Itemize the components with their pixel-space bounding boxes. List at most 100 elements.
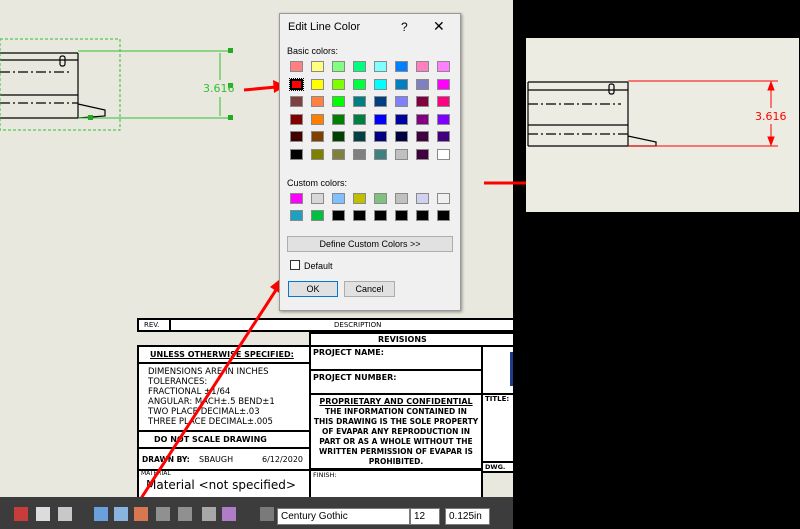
color-swatch[interactable] — [290, 148, 303, 160]
color-swatch[interactable] — [395, 96, 408, 107]
color-swatch[interactable] — [416, 148, 429, 160]
color-swatch[interactable] — [290, 131, 303, 142]
line-color-icon[interactable] — [134, 507, 148, 521]
color-swatch[interactable] — [374, 148, 387, 160]
tolerance-line: THREE PLACE DECIMAL±.005 — [148, 417, 273, 427]
color-swatch[interactable] — [437, 210, 450, 221]
color-swatch[interactable] — [353, 193, 366, 204]
color-swatch[interactable] — [332, 193, 345, 204]
color-swatch[interactable] — [311, 210, 324, 221]
color-swatch[interactable] — [353, 131, 366, 142]
do-not-scale-label: DO NOT SCALE DRAWING — [154, 435, 267, 444]
color-swatch[interactable] — [374, 113, 387, 125]
color-swatch[interactable] — [437, 78, 450, 90]
color-swatch[interactable] — [395, 193, 408, 204]
color-swatch[interactable] — [353, 210, 366, 221]
color-swatch[interactable] — [374, 131, 387, 142]
layer-icon[interactable] — [94, 507, 108, 521]
color-swatch[interactable] — [395, 61, 408, 72]
font-size-select[interactable]: 12 — [410, 508, 440, 525]
help-icon[interactable]: ? — [401, 20, 408, 34]
color-swatch[interactable] — [290, 61, 303, 72]
line-thickness-icon[interactable] — [156, 507, 170, 521]
tolerance-line: DIMENSIONS ARE IN INCHES — [148, 367, 269, 377]
sheet-format-icon[interactable] — [36, 507, 50, 521]
ok-button[interactable]: OK — [288, 281, 338, 297]
proprietary-line: THIS DRAWING IS THE SOLE PROPERTY — [313, 417, 479, 426]
tolerance-line: ANGULAR: MACH±.5 BEND±1 — [148, 397, 275, 407]
font-icon[interactable] — [260, 507, 274, 521]
color-swatch[interactable] — [437, 113, 450, 125]
proprietary-line: OF EVAPAR ANY REPRODUCTION IN — [321, 427, 471, 436]
color-swatch[interactable] — [290, 193, 303, 204]
layer-properties-icon[interactable] — [114, 507, 128, 521]
color-swatch[interactable] — [332, 113, 345, 125]
left-dimension-value[interactable]: 3.616 — [203, 82, 235, 95]
color-swatch[interactable] — [289, 77, 304, 91]
color-swatch[interactable] — [416, 131, 429, 142]
color-swatch[interactable] — [332, 96, 345, 107]
line-height-input[interactable]: 0.125in — [445, 508, 490, 525]
color-swatch[interactable] — [353, 61, 366, 72]
color-swatch[interactable] — [416, 210, 429, 221]
project-name-label: PROJECT NAME: — [313, 348, 384, 357]
color-swatch[interactable] — [332, 78, 345, 90]
color-swatch[interactable] — [374, 210, 387, 221]
color-swatch[interactable] — [437, 148, 450, 160]
color-swatch[interactable] — [332, 148, 345, 160]
color-swatch[interactable] — [290, 96, 303, 107]
color-swatch[interactable] — [416, 96, 429, 107]
color-swatch[interactable] — [374, 193, 387, 204]
color-swatch[interactable] — [416, 61, 429, 72]
color-swatch[interactable] — [395, 131, 408, 142]
close-icon[interactable]: ✕ — [433, 18, 445, 35]
color-swatch[interactable] — [311, 113, 324, 125]
default-checkbox[interactable] — [290, 260, 300, 270]
logo-cell — [481, 345, 513, 395]
color-swatch[interactable] — [311, 96, 324, 107]
color-swatch[interactable] — [416, 193, 429, 204]
color-swatch[interactable] — [332, 131, 345, 142]
color-swatch[interactable] — [395, 113, 408, 125]
define-custom-colors-button[interactable]: Define Custom Colors >> — [287, 236, 453, 252]
color-swatch[interactable] — [311, 131, 324, 142]
color-swatch[interactable] — [395, 210, 408, 221]
drawn-by-name: SBAUGH — [199, 455, 234, 464]
properties-icon[interactable] — [58, 507, 72, 521]
custom-colors-label: Custom colors: — [287, 178, 348, 188]
finish-label: FINISH: — [313, 471, 337, 479]
cancel-button[interactable]: Cancel — [344, 281, 395, 297]
color-swatch[interactable] — [311, 193, 324, 204]
basic-colors-label: Basic colors: — [287, 46, 339, 56]
color-swatch[interactable] — [374, 61, 387, 72]
color-swatch[interactable] — [311, 61, 324, 72]
color-swatch[interactable] — [353, 78, 366, 90]
color-swatch[interactable] — [353, 96, 366, 107]
color-swatch[interactable] — [437, 131, 450, 142]
color-display-icon[interactable] — [222, 507, 236, 521]
color-swatch[interactable] — [353, 113, 366, 125]
color-swatch[interactable] — [437, 61, 450, 72]
color-swatch[interactable] — [437, 96, 450, 107]
material-value[interactable]: Material <not specified> — [146, 478, 296, 492]
color-swatch[interactable] — [290, 113, 303, 125]
line-style-icon[interactable] — [178, 507, 192, 521]
color-swatch[interactable] — [395, 78, 408, 90]
color-swatch[interactable] — [374, 78, 387, 90]
proprietary-line: WRITTEN PERMISSION OF EVAPAR IS — [319, 447, 473, 456]
color-swatch[interactable] — [374, 96, 387, 107]
color-swatch[interactable] — [332, 61, 345, 72]
color-swatch[interactable] — [311, 78, 324, 90]
proprietary-line: THE INFORMATION CONTAINED IN — [325, 407, 467, 416]
color-swatch[interactable] — [437, 193, 450, 204]
color-swatch[interactable] — [332, 210, 345, 221]
color-swatch[interactable] — [290, 210, 303, 221]
color-swatch[interactable] — [311, 148, 324, 160]
color-swatch[interactable] — [416, 78, 429, 90]
color-swatch[interactable] — [416, 113, 429, 125]
font-family-select[interactable]: Century Gothic — [277, 508, 410, 525]
color-swatch[interactable] — [353, 148, 366, 160]
color-swatch[interactable] — [395, 148, 408, 160]
hide-show-edges-icon[interactable] — [202, 507, 216, 521]
record-icon[interactable] — [14, 507, 28, 521]
